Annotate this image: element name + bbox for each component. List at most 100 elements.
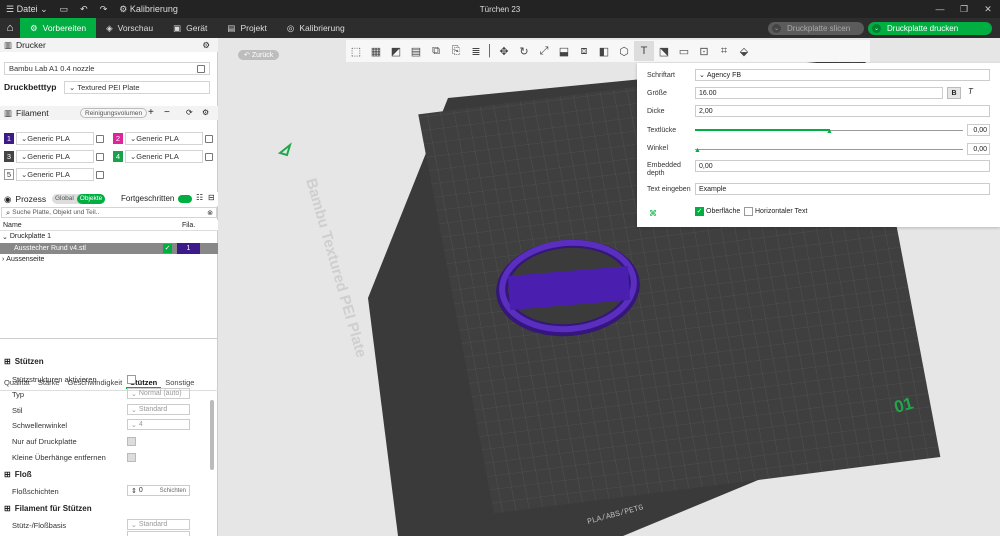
minimize-icon[interactable]: — [928,0,952,18]
filament-number-badge[interactable]: 1 [4,133,14,144]
filament-select[interactable]: ⌄ Generic PLA [125,132,203,145]
edit-icon[interactable] [96,171,104,179]
clear-icon[interactable]: ⊗ [207,209,213,217]
support-base-select[interactable]: ⌄ Standard [127,519,190,530]
lay-on-face-icon[interactable]: ⬓ [554,41,574,61]
size-input[interactable]: 16.00 [695,87,943,99]
cut-icon[interactable]: ⧈ [574,41,594,61]
thickness-input[interactable]: 2,00 [695,105,990,117]
home-icon[interactable]: ⌂ [0,18,20,38]
bold-button[interactable]: B [947,87,961,99]
chevron-right-icon[interactable]: › [0,256,4,263]
sync-icon[interactable]: ⟳ [186,108,193,117]
support-style-select[interactable]: ⌄ Standard [127,404,190,415]
layers-edit-icon[interactable]: ≣ [466,41,486,61]
outside-row[interactable]: › Aussenseite [0,254,218,265]
restore-icon[interactable]: ❐ [952,0,976,18]
paint-support-icon[interactable]: ◧ [594,41,614,61]
menu-icon[interactable]: ☰ Datei ⌄ [0,4,54,15]
font-select[interactable]: ⌄ Agency FB [695,69,990,81]
filament-number-badge[interactable]: 4 [113,151,123,162]
text-tool-icon[interactable]: T [634,41,654,61]
printer-settings-icon[interactable]: ⚙ [202,40,210,51]
threshold-angle-input[interactable]: ⌄ 4 [127,419,190,430]
angle-handle[interactable]: ▲ [694,147,701,154]
assembly-icon[interactable]: ⊡ [694,41,714,61]
angle-input[interactable]: 0,00 [967,143,990,155]
tab-device[interactable]: ▣ Gerät [163,18,217,38]
enable-support-checkbox[interactable] [127,375,136,384]
edit-icon[interactable] [205,153,213,161]
add-object-icon[interactable]: ⬚ [346,41,366,61]
text-input[interactable]: Example [695,183,990,195]
back-button[interactable]: ↶ Zurück [238,50,280,60]
save-icon[interactable]: ▭ [54,4,75,15]
edit-icon[interactable] [96,135,104,143]
partial-select[interactable] [127,531,190,536]
chevron-down-icon[interactable]: ⌄ [872,24,881,33]
global-objects-toggle[interactable]: Global Objekte [52,194,106,204]
filament-select[interactable]: ⌄ Generic PLA [125,150,203,163]
objects-option[interactable]: Objekte [76,194,106,204]
print-plate-button[interactable]: ⌄ Druckplatte drucken [868,22,992,35]
redo-icon[interactable]: ↷ [94,4,114,15]
object-filament-badge[interactable]: 1 [177,243,200,254]
filament-number-badge[interactable]: 3 [4,151,14,162]
italic-button[interactable]: T [968,87,973,96]
edit-icon[interactable] [197,65,205,73]
move-icon[interactable]: ✥ [494,41,514,61]
scrollbar[interactable] [210,400,214,470]
add-plate-icon[interactable]: ▦ [366,41,386,61]
scale-icon[interactable]: ⤢ [534,41,554,61]
edit-pen-icon[interactable] [277,142,292,157]
global-option[interactable]: Global [52,194,77,204]
tab-calibration[interactable]: ◎ Kalibrierung [277,18,355,38]
undo-icon[interactable]: ↶ [74,4,94,15]
close-icon[interactable]: ✕ [976,0,1000,18]
edit-icon[interactable] [205,135,213,143]
auto-orient-icon[interactable]: ◩ [386,41,406,61]
rotate-icon[interactable]: ↻ [514,41,534,61]
purge-volume-button[interactable]: Reinigungsvolumen [80,108,148,118]
check-icon[interactable]: ✓ [163,244,172,253]
filament-number-badge[interactable]: 5 [4,169,14,180]
object-row[interactable]: Ausstecher Rund v4.stl ✓ 1 [0,243,218,254]
plate-row[interactable]: ⌄ Druckplatte 1 [0,231,218,242]
bed-type-select[interactable]: ⌄ Textured PEI Plate [64,81,210,94]
raft-layers-input[interactable]: ⇕ 0 Schichten [127,485,190,496]
list-icon[interactable]: ☷ [196,193,203,202]
filament-select[interactable]: ⌄ Generic PLA [16,132,94,145]
remove-icon[interactable]: − [164,107,170,118]
chevron-down-icon[interactable]: ⌄ [0,233,8,241]
chevron-down-icon[interactable]: ⌄ [772,24,781,33]
seam-icon[interactable]: ⬡ [614,41,634,61]
compare-icon[interactable]: ⊟ [208,193,215,202]
horizontal-text-checkbox[interactable] [744,207,753,216]
filament-number-badge[interactable]: 2 [113,133,123,144]
edit-icon[interactable] [96,153,104,161]
search-input[interactable]: ⌕ Suche Platte, Objekt und Teil.. ⊗ [1,207,217,218]
arrange-icon[interactable]: ▤ [406,41,426,61]
text-gap-handle[interactable]: ▲ [826,128,833,135]
tab-project[interactable]: ▤ Projekt [217,18,277,38]
angle-track[interactable] [695,149,963,150]
text-gap-input[interactable]: 0,00 [967,124,990,136]
calibration-menu[interactable]: ⚙ Kalibrierung [113,4,184,15]
printer-select[interactable]: Bambu Lab A1 0.4 nozzle [4,62,210,75]
add-icon[interactable]: + [148,107,154,118]
fit-icon[interactable]: ⌗ [714,41,734,61]
advanced-toggle[interactable] [178,195,192,203]
tab-prepare[interactable]: ⚙ Vorbereiten [20,18,97,38]
slice-plate-button[interactable]: ⌄ Druckplatte slicen [768,22,864,35]
measure-icon[interactable]: ▭ [674,41,694,61]
gear-icon[interactable]: ⚙ [202,108,209,117]
filament-select[interactable]: ⌄ Generic PLA [16,168,94,181]
filament-select[interactable]: ⌄ Generic PLA [16,150,94,163]
file-menu-label[interactable]: Datei [17,4,38,14]
only-plate-checkbox[interactable] [127,437,136,446]
embedded-depth-input[interactable]: 0,00 [695,160,990,172]
split-parts-icon[interactable]: ⎘ [446,41,466,61]
surface-checkbox[interactable]: ✓ [695,207,704,216]
tab-preview[interactable]: ◈ Vorschau [96,18,163,38]
mesh-boolean-icon[interactable]: ⬔ [654,41,674,61]
